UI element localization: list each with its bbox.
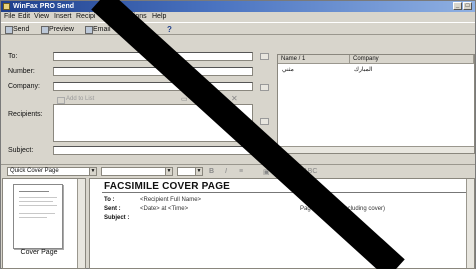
editor-scrollbar[interactable]: [466, 179, 474, 268]
recipients-label: Recipients:: [8, 111, 43, 118]
company-label: Company:: [8, 83, 40, 90]
list-cell-name[interactable]: مثني: [282, 66, 294, 73]
page-thumbnail-pane: Cover Page: [2, 178, 86, 269]
subject-field-label: Subject :: [104, 215, 130, 221]
menu-help[interactable]: Help: [152, 12, 166, 22]
chevron-down-icon[interactable]: ▼: [89, 168, 96, 175]
subject-label: Subject:: [8, 147, 34, 154]
number-input[interactable]: [53, 67, 253, 76]
minimize-button[interactable]: _: [453, 2, 462, 10]
title-divider: [102, 192, 468, 193]
thumbnail-scrollbar[interactable]: [77, 179, 85, 268]
add-to-list-button[interactable]: Add to List: [57, 96, 94, 104]
recipient-list[interactable]: Name / 1 Company مثني المبارك: [277, 54, 475, 154]
font-select[interactable]: ▼: [101, 167, 173, 176]
question-arrow-icon[interactable]: ?: [167, 25, 172, 34]
number-label: Number:: [8, 68, 35, 75]
cover-page-thumbnail[interactable]: [13, 184, 63, 249]
recipient-toolbar: Add to List ▭ ✕: [53, 94, 253, 104]
thumbnail-label: Cover Page: [20, 249, 58, 256]
font-size-select[interactable]: ▼: [177, 167, 203, 176]
list-cell-company[interactable]: المبارك: [354, 66, 372, 73]
sent-field-value[interactable]: <Date> at <Time>: [140, 206, 188, 212]
menu-bar: File Edit View Insert Recipi ptions Help: [1, 12, 475, 22]
spell-check-icon[interactable]: ABC: [303, 168, 317, 175]
to-field-label: To :: [104, 197, 115, 203]
list-header: Name / 1 Company: [278, 55, 474, 64]
pages-field-suffix: d (including cover): [336, 206, 386, 212]
title-bar: WinFax PRO Send _ □: [1, 1, 475, 12]
preview-button[interactable]: Preview: [41, 25, 74, 34]
chevron-down-icon[interactable]: ▼: [195, 168, 202, 175]
cover-page-select-value: Quick Cover Page: [10, 168, 59, 174]
menu-recipients[interactable]: Recipi: [76, 12, 95, 22]
properties-icon[interactable]: ▭: [181, 95, 188, 103]
recipients-box[interactable]: [53, 104, 253, 142]
email-button[interactable]: Email: [85, 25, 111, 34]
menu-insert[interactable]: Insert: [54, 12, 72, 22]
winfax-send-window: WinFax PRO Send _ □ File Edit View Inser…: [0, 0, 476, 269]
column-name[interactable]: Name / 1: [278, 55, 350, 64]
recipient-details-icon[interactable]: [260, 118, 269, 125]
main-toolbar: Send Preview Email ?: [1, 22, 475, 35]
bold-icon[interactable]: B: [209, 168, 214, 175]
cover-page-editor[interactable]: FACSIMILE COVER PAGE To : <Recipient Ful…: [89, 178, 475, 269]
column-company[interactable]: Company: [350, 55, 474, 64]
pages-field-label: Pag: [300, 206, 311, 212]
subject-input[interactable]: [53, 146, 273, 155]
cover-title: FACSIMILE COVER PAGE: [104, 181, 231, 192]
to-input[interactable]: [53, 52, 253, 61]
maximize-button[interactable]: □: [463, 2, 472, 10]
company-input[interactable]: [53, 82, 253, 91]
delete-recipient-icon[interactable]: ✕: [231, 94, 238, 103]
align-icon[interactable]: ≡: [239, 168, 243, 175]
menu-edit[interactable]: Edit: [18, 12, 30, 22]
sent-field-label: Sent :: [104, 206, 121, 212]
cover-page-select[interactable]: Quick Cover Page ▼: [7, 167, 97, 176]
italic-icon[interactable]: I: [225, 168, 227, 175]
app-icon: [3, 3, 10, 10]
menu-file[interactable]: File: [4, 12, 15, 22]
address-card-icon[interactable]: [260, 84, 269, 91]
menu-options[interactable]: ptions: [128, 12, 147, 22]
chevron-down-icon[interactable]: ▼: [165, 168, 172, 175]
to-label: To:: [8, 53, 18, 60]
phonebook-icon[interactable]: [260, 53, 269, 60]
image-icon[interactable]: ▣: [263, 168, 270, 176]
to-field-value[interactable]: <Recipient Full Name>: [140, 197, 201, 203]
send-button[interactable]: Send: [5, 25, 29, 34]
window-title: WinFax PRO Send: [13, 3, 75, 10]
menu-view[interactable]: View: [34, 12, 49, 22]
horizontal-scrollbar[interactable]: [278, 146, 474, 153]
format-toolbar: Quick Cover Page ▼ ▼ ▼ B I ≡ ▣ ABC: [1, 164, 475, 177]
